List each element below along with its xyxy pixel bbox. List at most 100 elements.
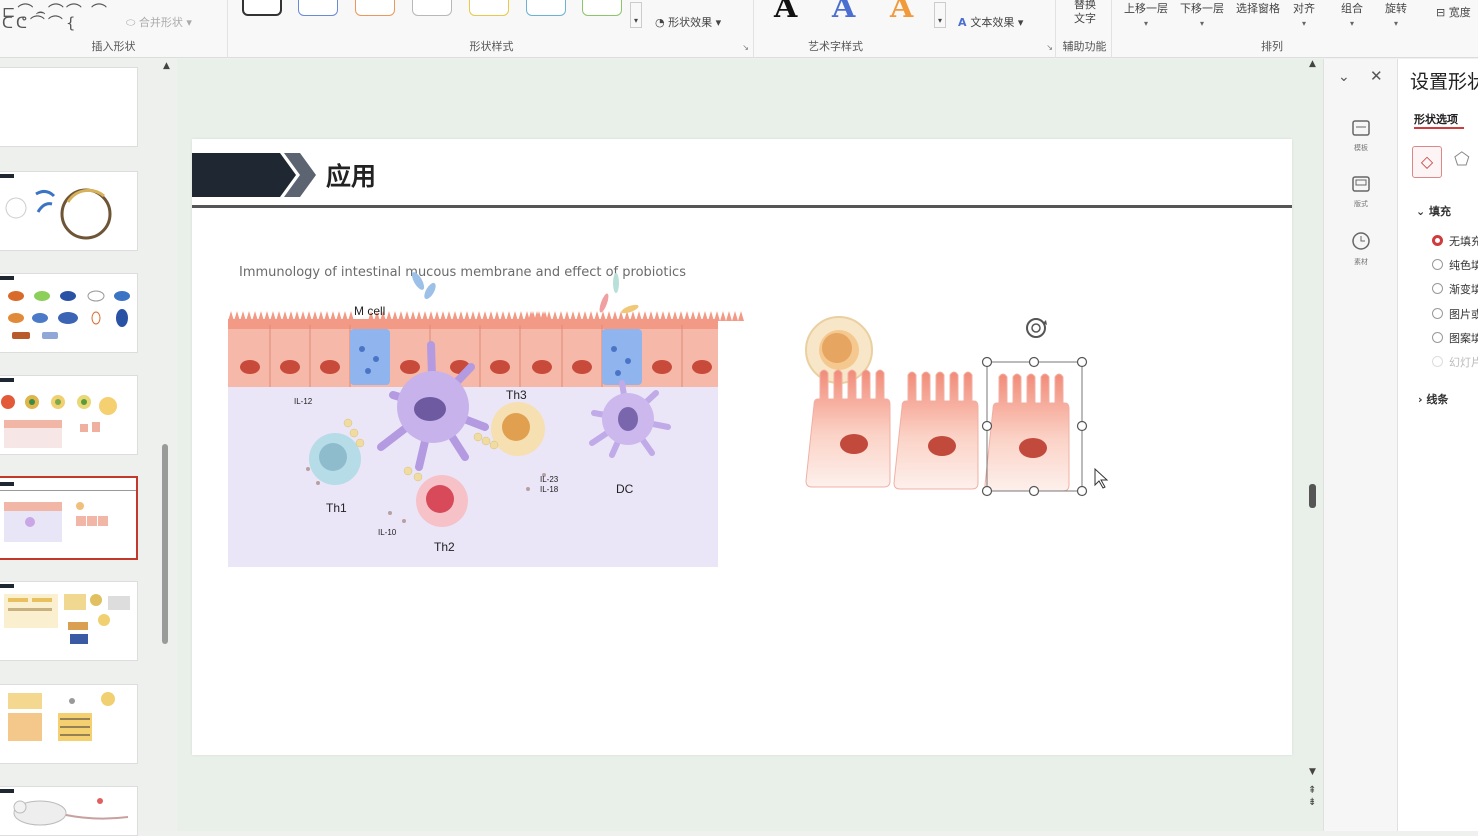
text-effect-button[interactable]: A 文本效果 ▾ bbox=[958, 14, 1023, 30]
slide-thumbnail-6[interactable] bbox=[0, 581, 138, 661]
shape-styles-launcher-icon[interactable]: ↘ bbox=[742, 43, 749, 52]
group-button[interactable]: 组合 ▾ bbox=[1332, 0, 1372, 28]
wordart-blue[interactable]: A bbox=[832, 0, 855, 25]
scroll-up-icon[interactable]: ▲ bbox=[1309, 59, 1316, 69]
slide-title[interactable]: 应用 bbox=[326, 157, 376, 193]
fill-line-icon[interactable]: ◇ bbox=[1412, 146, 1442, 178]
slide-thumbnail-3[interactable] bbox=[0, 273, 138, 353]
chevron-down-icon: ▾ bbox=[1349, 19, 1354, 28]
thumbnail-scroll-thumb[interactable] bbox=[162, 444, 168, 644]
template-icon bbox=[1352, 120, 1370, 136]
fill-section-header[interactable]: ⌄ 填充 bbox=[1416, 203, 1451, 219]
accessibility-label: 辅助功能 bbox=[1062, 40, 1107, 53]
editing-canvas: 应用 Immunology of intestinal mucous membr… bbox=[177, 59, 1323, 831]
label-m-cell: M cell bbox=[354, 304, 385, 318]
dock-material[interactable]: 素材 bbox=[1346, 231, 1376, 267]
radio-selected bbox=[1432, 235, 1443, 246]
fill-option-gradient[interactable]: 渐变填充 bbox=[1432, 281, 1478, 297]
figure-caption[interactable]: Immunology of intestinal mucous membrane… bbox=[239, 265, 686, 280]
chevron-down-icon: ▾ bbox=[1143, 19, 1148, 28]
style-swatch-6[interactable] bbox=[526, 0, 566, 16]
thumbnail-4-content bbox=[0, 378, 117, 448]
slide-thumbnail-1[interactable] bbox=[0, 67, 138, 147]
style-gallery-more-button[interactable]: ▾ bbox=[630, 2, 642, 28]
insert-shape-group: ⊏⌒⌢⌒⌒ ⌒ ᑕᕦ⌒⌒{ ⬭ 合并形状 ▾ 插入形状 bbox=[0, 0, 228, 58]
slide: 应用 Immunology of intestinal mucous membr… bbox=[192, 139, 1292, 755]
epithelial-cells-group[interactable] bbox=[805, 318, 1112, 547]
bring-forward-button[interactable]: 上移一层 ▾ bbox=[1120, 0, 1172, 28]
radio bbox=[1432, 283, 1443, 294]
shape-styles-group: ▾ ◔ 形状效果 ▾ 形状样式 ↘ bbox=[230, 0, 754, 58]
style-swatch-1[interactable] bbox=[242, 0, 282, 16]
scroll-up-icon[interactable]: ▲ bbox=[163, 61, 170, 71]
resize-handle-ne bbox=[1076, 356, 1088, 368]
right-dock: ⌄ ✕ 模板 版式 素材 bbox=[1323, 59, 1397, 831]
shape-effect-button[interactable]: ◔ 形状效果 ▾ bbox=[655, 14, 721, 30]
fill-option-picture[interactable]: 图片或纹理填充 bbox=[1432, 306, 1478, 322]
wordart-more-button[interactable]: ▾ bbox=[934, 2, 946, 28]
slide-thumbnail-4[interactable] bbox=[0, 375, 138, 455]
wordart-orange[interactable]: A bbox=[890, 0, 913, 25]
style-swatch-4[interactable] bbox=[412, 0, 452, 16]
style-swatch-3[interactable] bbox=[355, 0, 395, 16]
scroll-down-icon[interactable]: ▼ bbox=[1309, 767, 1316, 777]
resize-handle-nw bbox=[981, 356, 993, 368]
style-swatch-2[interactable] bbox=[298, 0, 338, 16]
style-swatch-7[interactable] bbox=[582, 0, 622, 16]
shape-gallery-row2-icon[interactable]: ᑕᕦ⌒⌒{ bbox=[2, 12, 78, 33]
canvas-scrollbar[interactable]: ▲ ▼ ⇞ ⇟ bbox=[1306, 59, 1322, 831]
radio bbox=[1432, 308, 1443, 319]
align-button[interactable]: 对齐 ▾ bbox=[1284, 0, 1324, 28]
slide-thumbnail-8[interactable] bbox=[0, 786, 138, 836]
th1-cell bbox=[309, 433, 361, 485]
page-nav-icon[interactable]: ⇞ ⇟ bbox=[1308, 785, 1316, 809]
insert-shape-label: 插入形状 bbox=[91, 40, 136, 53]
wordart-launcher-icon[interactable]: ↘ bbox=[1046, 43, 1053, 52]
shape-effect-icon: ◔ bbox=[655, 16, 669, 29]
fill-option-solid[interactable]: 纯色填充 bbox=[1432, 257, 1478, 273]
resize-handle-e bbox=[1076, 420, 1088, 432]
immunology-figure[interactable]: M cell Th1 Th2 Th3 DC IL-12 IL-10 IL-23 … bbox=[228, 272, 744, 571]
tab-shape-options[interactable]: 形状选项 bbox=[1414, 111, 1458, 127]
dock-layout[interactable]: 版式 bbox=[1346, 175, 1376, 209]
close-icon[interactable]: ✕ bbox=[1370, 67, 1383, 85]
epithelial-cell-3-selected[interactable] bbox=[984, 373, 1070, 492]
effects-pentagon-icon[interactable]: ⬠ bbox=[1454, 149, 1470, 170]
slide-thumbnail-7[interactable] bbox=[0, 684, 138, 764]
alt-text-button[interactable]: 替换文字 bbox=[1070, 0, 1100, 26]
fill-option-none[interactable]: 无填充 bbox=[1432, 233, 1478, 249]
shape-styles-label: 形状样式 bbox=[469, 40, 514, 53]
rotate-button[interactable]: 旋转 ▾ bbox=[1376, 0, 1416, 28]
fill-option-pattern[interactable]: 图案填充 bbox=[1432, 330, 1478, 346]
radio bbox=[1432, 259, 1443, 270]
thumbnail-8-content bbox=[0, 789, 129, 826]
line-section-header[interactable]: › 线条 bbox=[1418, 391, 1448, 407]
selection-pane-button[interactable]: 选择窗格 bbox=[1232, 0, 1284, 16]
collapse-chevron-icon[interactable]: ⌄ bbox=[1338, 69, 1350, 85]
pane-title: 设置形状格式 bbox=[1410, 71, 1478, 93]
send-backward-button[interactable]: 下移一层 ▾ bbox=[1176, 0, 1228, 28]
thumbnail-scrollbar[interactable]: ▲ bbox=[160, 59, 172, 831]
slide-thumbnail-5-active[interactable] bbox=[0, 476, 138, 560]
slide-thumbnail-2[interactable] bbox=[0, 171, 138, 251]
label-il10: IL-10 bbox=[378, 528, 397, 537]
width-field[interactable]: ⊟ 宽度 bbox=[1436, 4, 1471, 20]
thumbnail-3-content bbox=[0, 276, 130, 339]
label-th1: Th1 bbox=[326, 501, 347, 515]
wordart-black[interactable]: A bbox=[774, 0, 797, 25]
label-th3: Th3 bbox=[506, 388, 527, 402]
resize-handle-n bbox=[1028, 356, 1040, 368]
text-effect-icon: A bbox=[958, 16, 971, 29]
dock-template[interactable]: 模板 bbox=[1346, 119, 1376, 153]
epithelial-cell-1[interactable] bbox=[805, 369, 891, 488]
canvas-scroll-thumb[interactable] bbox=[1309, 484, 1316, 508]
wordart-group: A A A ▾ A 文本效果 ▾ 艺术字样式 ↘ bbox=[756, 0, 1056, 58]
arrange-label: 排列 bbox=[1261, 40, 1283, 53]
chevron-down-icon: ▾ bbox=[1199, 19, 1204, 28]
epithelial-cell-2[interactable] bbox=[893, 371, 979, 490]
rotate-handle-icon bbox=[1026, 318, 1047, 338]
style-swatch-5[interactable] bbox=[469, 0, 509, 16]
merge-shape-button[interactable]: ⬭ 合并形状 ▾ bbox=[126, 14, 192, 30]
resize-handle-s bbox=[1028, 485, 1040, 497]
fill-option-slide-background[interactable]: 幻灯片背景填充 bbox=[1432, 354, 1478, 370]
